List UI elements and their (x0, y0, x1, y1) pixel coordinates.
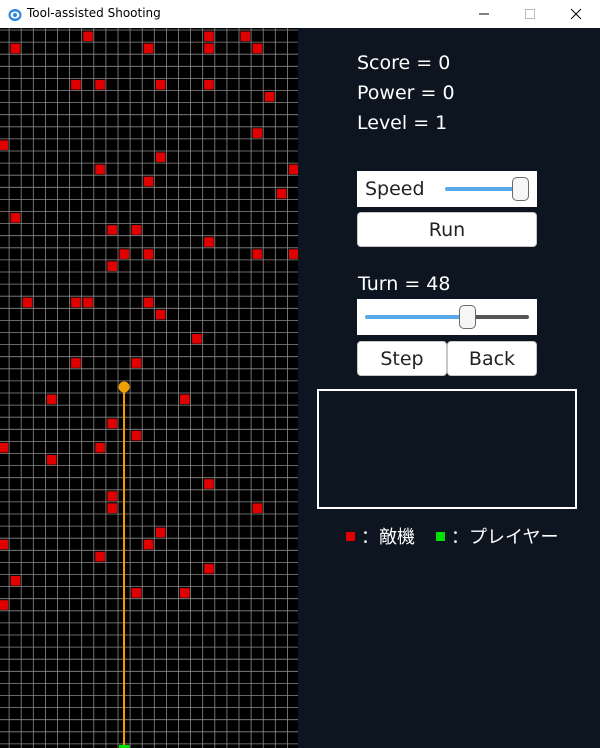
enemy-swatch (346, 531, 355, 541)
app-icon (8, 7, 22, 21)
level-readout: Level = 1 (357, 112, 448, 134)
speed-slider-thumb[interactable] (512, 177, 529, 201)
enemy-cell (107, 491, 117, 501)
enemy-cell (288, 249, 298, 259)
control-panel: Score = 0 Power = 0 Level = 1 Speed Run … (298, 28, 600, 748)
legend-player: ：プレイヤー (436, 523, 558, 549)
enemy-cell (107, 225, 117, 235)
enemy-cell (252, 249, 263, 259)
enemy-cell (143, 297, 154, 308)
enemy-cell (0, 600, 9, 610)
legend-enemy-label: ：敵機 (361, 527, 415, 548)
enemy-cell (71, 79, 81, 90)
enemy-cell (10, 213, 21, 223)
step-button[interactable]: Step (357, 341, 447, 376)
enemy-cell (22, 297, 33, 308)
enemy-cell (0, 140, 9, 150)
game-grid (0, 28, 298, 748)
game-board[interactable] (0, 28, 298, 748)
enemy-cell (10, 43, 21, 54)
enemy-cell (180, 394, 190, 405)
enemy-cell (46, 394, 57, 405)
enemy-cell (95, 442, 105, 453)
title-bar: Tool-assisted Shooting (0, 0, 600, 28)
minimize-icon (479, 13, 489, 15)
turn-control (357, 299, 537, 335)
enemy-cell (95, 79, 105, 90)
window-title: Tool-assisted Shooting (27, 6, 161, 20)
legend-enemy: ：敵機 (346, 523, 415, 549)
enemy-cell (71, 297, 81, 308)
enemy-cell (0, 539, 9, 550)
enemy-cell (204, 31, 214, 42)
turn-slider-fill[interactable] (365, 315, 469, 319)
enemy-cell (83, 297, 93, 308)
enemy-cell (143, 539, 154, 550)
enemy-cell (204, 79, 214, 90)
maximize-icon (525, 9, 535, 19)
turn-readout: Turn = 48 (358, 273, 451, 295)
enemy-cell (143, 249, 154, 259)
enemy-cell (192, 334, 202, 344)
enemy-cell (276, 188, 287, 199)
back-button[interactable]: Back (447, 341, 537, 376)
laser-tip (118, 381, 130, 393)
enemy-cell (95, 164, 105, 175)
enemy-cell (83, 31, 93, 42)
enemy-cell (155, 152, 166, 163)
enemy-cell (204, 43, 214, 54)
maximize-button[interactable] (507, 0, 553, 28)
legend-player-label: ：プレイヤー (451, 527, 559, 548)
enemy-cell (240, 31, 251, 42)
enemy-cell (107, 261, 117, 271)
close-icon (570, 8, 582, 20)
enemy-cell (155, 79, 166, 90)
power-readout: Power = 0 (357, 82, 455, 104)
enemy-cell (288, 164, 298, 175)
enemy-cell (131, 588, 142, 598)
run-button[interactable]: Run (357, 212, 537, 247)
enemy-cell (107, 503, 117, 513)
speed-control: Speed (357, 171, 537, 207)
enemy-cell (46, 455, 57, 465)
enemy-cell (107, 418, 117, 429)
enemy-cell (264, 92, 275, 102)
score-readout: Score = 0 (357, 52, 451, 74)
turn-slider-thumb[interactable] (459, 305, 476, 329)
enemy-cell (204, 563, 214, 574)
turn-slider-track[interactable] (469, 315, 529, 319)
enemy-cell (143, 43, 154, 54)
enemy-cell (204, 237, 214, 247)
enemy-cell (204, 479, 214, 489)
enemy-cell (155, 309, 166, 320)
enemy-cell (131, 358, 142, 368)
enemy-cell (155, 527, 166, 538)
minimize-button[interactable] (461, 0, 507, 28)
enemy-cell (131, 225, 142, 235)
output-area[interactable] (317, 389, 577, 509)
enemy-cell (95, 551, 105, 562)
enemy-cell (71, 358, 81, 368)
speed-label: Speed (365, 178, 425, 200)
close-button[interactable] (553, 0, 599, 28)
enemy-cell (252, 503, 263, 513)
enemy-cell (252, 43, 263, 54)
enemy-cell (143, 176, 154, 187)
enemy-cell (180, 588, 190, 598)
enemy-cell (0, 442, 9, 453)
player-swatch (436, 531, 445, 541)
enemy-cell (119, 249, 130, 259)
enemy-cell (10, 576, 21, 586)
enemy-cell (252, 128, 263, 138)
enemy-cell (131, 430, 142, 441)
